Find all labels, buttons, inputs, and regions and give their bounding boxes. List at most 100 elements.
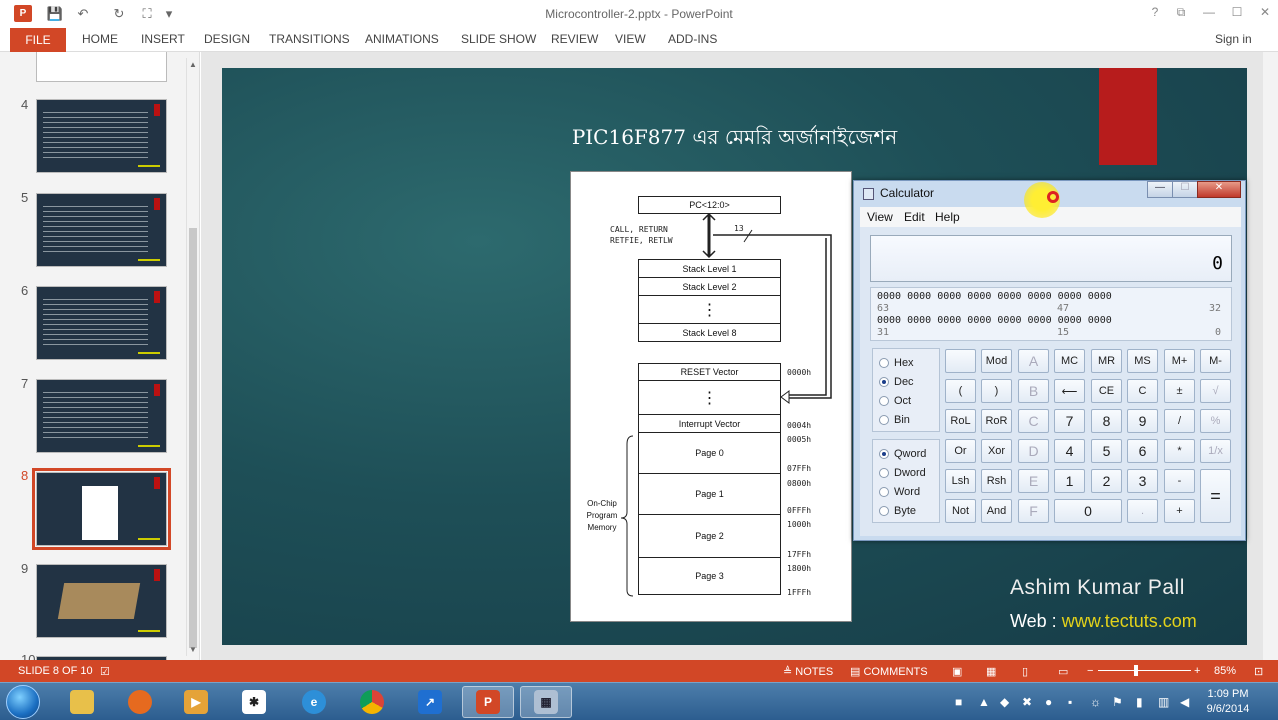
taskbar-camtasia[interactable]: ✱ <box>228 686 280 718</box>
taskbar-calculator[interactable]: ▦ <box>520 686 572 718</box>
taskbar-media-player[interactable]: ▶ <box>170 686 222 718</box>
thumbnail-scrollbar[interactable]: ▲ ▼ <box>186 58 198 656</box>
tray-icon-4[interactable]: ✖ <box>1022 695 1032 709</box>
tab-transitions[interactable]: TRANSITIONS <box>269 32 350 46</box>
tray-icon-6[interactable]: ▪ <box>1068 695 1072 709</box>
start-button[interactable] <box>6 685 40 719</box>
tab-file[interactable]: FILE <box>10 28 66 52</box>
calc-maximize-button[interactable]: ☐ <box>1172 181 1198 198</box>
key-backspace[interactable]: ⟵ <box>1054 379 1085 403</box>
key-add[interactable]: + <box>1164 499 1195 523</box>
menu-view[interactable]: View <box>867 210 893 224</box>
radio-word[interactable]: Word <box>879 486 920 498</box>
key-plus-minus[interactable]: ± <box>1164 379 1195 403</box>
spellcheck-icon[interactable]: ☑ <box>100 665 110 678</box>
key-not[interactable]: Not <box>945 499 976 523</box>
zoom-level[interactable]: 85% <box>1214 665 1236 677</box>
volume-icon[interactable]: ◀ <box>1180 695 1189 709</box>
zoom-out-button[interactable]: − <box>1087 665 1093 677</box>
slide-sorter-icon[interactable]: ▦ <box>986 665 996 678</box>
radio-dword[interactable]: Dword <box>879 467 926 479</box>
key-4[interactable]: 4 <box>1054 439 1085 463</box>
key-multiply[interactable]: * <box>1164 439 1195 463</box>
editor-scrollbar[interactable] <box>1263 52 1278 660</box>
slide-thumbnail-9[interactable] <box>36 564 167 638</box>
key-mod[interactable]: Mod <box>981 349 1012 373</box>
network-icon[interactable]: ▥ <box>1158 695 1169 709</box>
key-or[interactable]: Or <box>945 439 976 463</box>
tray-icon-3[interactable]: ◆ <box>1000 695 1009 709</box>
key-xor[interactable]: Xor <box>981 439 1012 463</box>
zoom-slider-thumb[interactable] <box>1134 665 1138 676</box>
tab-home[interactable]: HOME <box>82 32 118 46</box>
key-6[interactable]: 6 <box>1127 439 1158 463</box>
tab-review[interactable]: REVIEW <box>551 32 598 46</box>
key-ce[interactable]: CE <box>1091 379 1122 403</box>
memory-map-diagram[interactable]: PC<12:0> CALL, RETURN RETFIE, RETLW 13 S… <box>570 171 852 622</box>
key-5[interactable]: 5 <box>1091 439 1122 463</box>
key-8[interactable]: 8 <box>1091 409 1122 433</box>
normal-view-icon[interactable]: ▣ <box>952 665 962 678</box>
key-lsh[interactable]: Lsh <box>945 469 976 493</box>
key-0[interactable]: 0 <box>1054 499 1122 523</box>
key-subtract[interactable]: - <box>1164 469 1195 493</box>
slide-show-icon[interactable]: ▭ <box>1058 665 1068 678</box>
key-7[interactable]: 7 <box>1054 409 1085 433</box>
tab-add-ins[interactable]: ADD-INS <box>668 32 717 46</box>
slide-thumbnail-3[interactable] <box>36 52 167 82</box>
taskbar-firefox[interactable] <box>114 686 166 718</box>
key-and[interactable]: And <box>981 499 1012 523</box>
key-mr[interactable]: MR <box>1091 349 1122 373</box>
tray-icon-5[interactable]: ● <box>1045 695 1052 709</box>
key-close-paren[interactable]: ) <box>981 379 1012 403</box>
system-clock[interactable]: 1:09 PM 9/6/2014 <box>1198 687 1258 717</box>
notes-button[interactable]: ≜ NOTES <box>783 665 833 678</box>
tab-animations[interactable]: ANIMATIONS <box>365 32 439 46</box>
tab-design[interactable]: DESIGN <box>204 32 250 46</box>
key-rsh[interactable]: Rsh <box>981 469 1012 493</box>
zoom-in-button[interactable]: + <box>1194 665 1200 677</box>
tray-icon-2[interactable]: ▲ <box>978 695 990 709</box>
scrollbar-thumb[interactable] <box>189 228 197 648</box>
tray-icon-8[interactable]: ⚑ <box>1112 695 1123 709</box>
slide-thumbnail-8[interactable] <box>32 468 171 550</box>
taskbar-app-blue[interactable]: ↗ <box>404 686 456 718</box>
taskbar-ie[interactable]: e <box>288 686 340 718</box>
key-m-plus[interactable]: M+ <box>1164 349 1195 373</box>
sign-in-link[interactable]: Sign in <box>1215 32 1252 46</box>
key-open-paren[interactable]: ( <box>945 379 976 403</box>
key-ror[interactable]: RoR <box>981 409 1012 433</box>
taskbar-explorer[interactable] <box>56 686 108 718</box>
calc-close-button[interactable]: ✕ <box>1197 181 1241 198</box>
scroll-down-icon[interactable]: ▼ <box>189 645 197 654</box>
tray-icon-7[interactable]: ☼ <box>1090 695 1101 709</box>
slide-thumbnail-7[interactable] <box>36 379 167 453</box>
key-rol[interactable]: RoL <box>945 409 976 433</box>
key-2[interactable]: 2 <box>1091 469 1122 493</box>
radio-oct[interactable]: Oct <box>879 395 911 407</box>
key-9[interactable]: 9 <box>1127 409 1158 433</box>
tab-insert[interactable]: INSERT <box>141 32 185 46</box>
tray-icon-1[interactable]: ■ <box>955 695 962 709</box>
scroll-up-icon[interactable]: ▲ <box>189 60 197 69</box>
radio-dec[interactable]: Dec <box>879 376 914 388</box>
close-button[interactable]: ✕ <box>1254 5 1276 23</box>
maximize-button[interactable]: ☐ <box>1226 5 1248 23</box>
calculator-window[interactable]: Calculator — ☐ ✕ View Edit Help 0 0000 0… <box>853 180 1246 541</box>
key-mc[interactable]: MC <box>1054 349 1085 373</box>
key-divide[interactable]: / <box>1164 409 1195 433</box>
radio-hex[interactable]: Hex <box>879 357 914 369</box>
key-clear[interactable]: C <box>1127 379 1158 403</box>
slide-thumbnail-4[interactable] <box>36 99 167 173</box>
key-equals[interactable]: = <box>1200 469 1231 523</box>
taskbar-chrome[interactable] <box>346 686 398 718</box>
calc-minimize-button[interactable]: — <box>1147 181 1173 198</box>
key-ms[interactable]: MS <box>1127 349 1158 373</box>
battery-icon[interactable]: ▮ <box>1136 695 1143 709</box>
reading-view-icon[interactable]: ▯ <box>1022 665 1028 678</box>
tab-view[interactable]: VIEW <box>615 32 646 46</box>
ribbon-display-options-icon[interactable]: ⧉ <box>1170 5 1192 23</box>
zoom-slider[interactable] <box>1098 670 1191 671</box>
key-1[interactable]: 1 <box>1054 469 1085 493</box>
tab-slide-show[interactable]: SLIDE SHOW <box>461 32 536 46</box>
